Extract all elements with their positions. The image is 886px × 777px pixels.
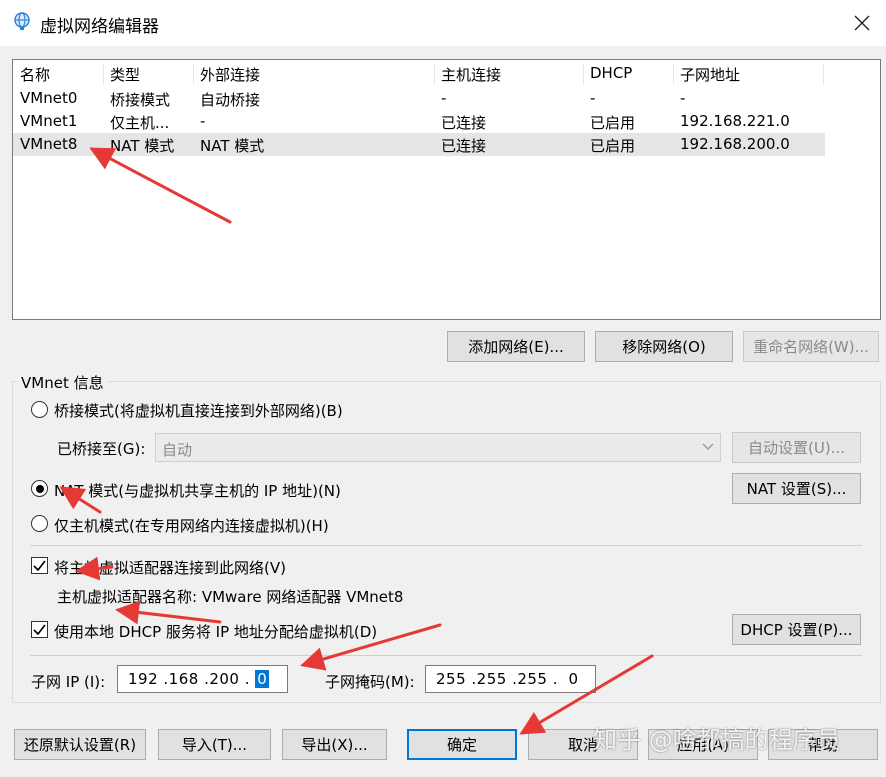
- network-list[interactable]: 名称 类型 外部连接 主机连接 DHCP 子网地址 VMnet0 桥接模式 自动…: [12, 59, 881, 320]
- cell-dhcp: 已启用: [590, 137, 636, 155]
- col-external-header[interactable]: 外部连接: [200, 64, 260, 85]
- cell-type: 桥接模式: [110, 91, 171, 109]
- cell-type: 仅主机...: [110, 114, 170, 132]
- use-dhcp-label[interactable]: 使用本地 DHCP 服务将 IP 地址分配给虚拟机(D): [54, 621, 377, 642]
- dhcp-settings-button[interactable]: DHCP 设置(P)...: [732, 614, 861, 645]
- globe-network-icon: [14, 12, 30, 30]
- subnet-ip-octets: 192 .168 .200 .: [128, 670, 256, 688]
- subnet-ip-last-octet[interactable]: 0: [255, 670, 270, 688]
- restore-defaults-button[interactable]: 还原默认设置(R): [14, 729, 146, 760]
- subnet-ip-label: 子网 IP (I):: [31, 673, 106, 691]
- watermark-text: 知乎 @啥都搞的程序员: [593, 726, 841, 754]
- cell-dhcp: 已启用: [590, 114, 636, 132]
- col-type-header[interactable]: 类型: [110, 64, 140, 85]
- cell-dhcp: -: [590, 89, 596, 107]
- table-row[interactable]: VMnet1 仅主机... - 已连接 已启用 192.168.221.0: [13, 110, 825, 133]
- ok-button[interactable]: 确定: [407, 729, 517, 760]
- checkmark-icon: [33, 624, 46, 635]
- table-row[interactable]: VMnet0 桥接模式 自动桥接 - - -: [13, 87, 825, 110]
- close-button[interactable]: [846, 8, 878, 38]
- window-title: 虚拟网络编辑器: [40, 17, 159, 37]
- subnet-mask-value: 255 .255 .255 . 0: [436, 670, 579, 688]
- col-dhcp-header[interactable]: DHCP: [590, 64, 632, 82]
- bridged-to-value: 自动: [162, 441, 193, 459]
- list-header: 名称 类型 外部连接 主机连接 DHCP 子网地址: [13, 62, 825, 85]
- title-bar: 虚拟网络编辑器: [0, 0, 886, 46]
- checkmark-icon: [33, 560, 46, 571]
- subnet-mask-input[interactable]: 255 .255 .255 . 0: [425, 665, 596, 693]
- cell-host: 已连接: [441, 137, 487, 155]
- cell-external: NAT 模式: [200, 137, 265, 155]
- auto-settings-button[interactable]: 自动设置(U)...: [732, 432, 861, 463]
- cell-external: -: [200, 112, 206, 130]
- remove-network-button[interactable]: 移除网络(O): [595, 331, 733, 362]
- divider: [30, 545, 862, 546]
- cell-type: NAT 模式: [110, 137, 175, 155]
- bridged-mode-label[interactable]: 桥接模式(将虚拟机直接连接到外部网络)(B): [54, 400, 343, 421]
- bridged-mode-radio[interactable]: [31, 401, 48, 418]
- rename-network-button[interactable]: 重命名网络(W)...: [743, 331, 879, 362]
- import-button[interactable]: 导入(T)...: [158, 729, 271, 760]
- close-icon: [854, 15, 870, 31]
- cell-external: 自动桥接: [200, 91, 261, 109]
- cell-name: VMnet8: [20, 135, 78, 153]
- nat-mode-radio[interactable]: [31, 480, 48, 497]
- cell-subnet: -: [680, 89, 686, 107]
- hostonly-mode-label[interactable]: 仅主机模式(在专用网络内连接虚拟机)(H): [54, 515, 329, 536]
- chevron-down-icon: [702, 443, 714, 450]
- divider: [30, 655, 862, 656]
- vmnet-info-title: VMnet 信息: [18, 372, 107, 393]
- nat-settings-button[interactable]: NAT 设置(S)...: [732, 473, 861, 504]
- bridged-to-select[interactable]: 自动: [155, 433, 721, 462]
- export-button[interactable]: 导出(X)...: [282, 729, 387, 760]
- cell-name: VMnet1: [20, 112, 78, 130]
- col-name-header[interactable]: 名称: [20, 64, 50, 85]
- use-dhcp-checkbox[interactable]: [31, 621, 48, 638]
- nat-mode-label[interactable]: NAT 模式(与虚拟机共享主机的 IP 地址)(N): [54, 480, 341, 501]
- connect-adapter-label[interactable]: 将主机虚拟适配器连接到此网络(V): [54, 557, 286, 578]
- subnet-mask-label: 子网掩码(M):: [325, 673, 415, 691]
- hostonly-mode-radio[interactable]: [31, 515, 48, 532]
- connect-adapter-checkbox[interactable]: [31, 557, 48, 574]
- col-host-header[interactable]: 主机连接: [441, 64, 501, 85]
- table-row-selected[interactable]: VMnet8 NAT 模式 NAT 模式 已连接 已启用 192.168.200…: [13, 133, 825, 156]
- cell-name: VMnet0: [20, 89, 78, 107]
- add-network-button[interactable]: 添加网络(E)...: [447, 331, 585, 362]
- col-subnet-header[interactable]: 子网地址: [680, 64, 740, 85]
- cell-host: 已连接: [441, 114, 487, 132]
- bridged-to-label: 已桥接至(G):: [57, 440, 146, 458]
- cell-host: -: [441, 89, 447, 107]
- cell-subnet: 192.168.221.0: [680, 112, 790, 130]
- cell-subnet: 192.168.200.0: [680, 135, 790, 153]
- adapter-name-text: 主机虚拟适配器名称: VMware 网络适配器 VMnet8: [57, 588, 404, 606]
- subnet-ip-input[interactable]: 192 .168 .200 . 0: [117, 665, 288, 693]
